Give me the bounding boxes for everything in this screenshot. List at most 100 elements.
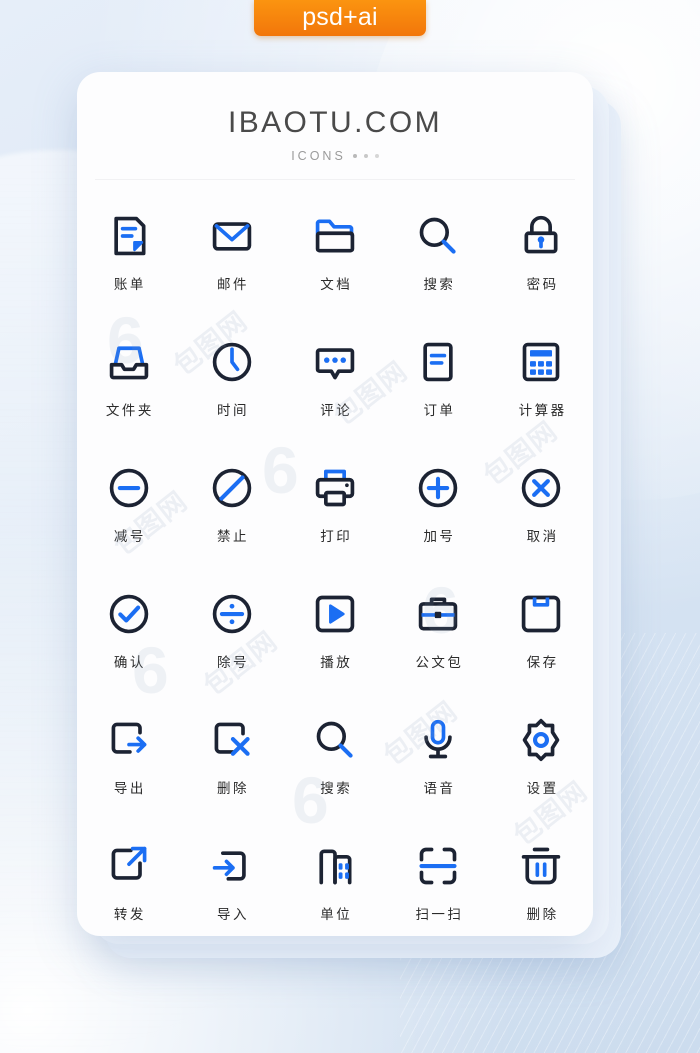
subtitle-row: ICONS	[77, 149, 593, 163]
forbidden-icon	[206, 462, 258, 514]
icon-label: 评论	[320, 403, 353, 419]
briefcase-icon	[412, 588, 464, 640]
icon-label: 语音	[423, 781, 456, 797]
icon-cell-comment[interactable]: 评论	[283, 328, 386, 454]
icon-cell-briefcase[interactable]: 公文包	[387, 580, 490, 706]
format-tag-label: psd+ai	[302, 2, 378, 31]
icon-cell-voice[interactable]: 语音	[387, 706, 490, 832]
icon-label: 订单	[423, 403, 456, 419]
icon-label: 计算器	[518, 403, 567, 419]
icon-label: 打印	[320, 529, 353, 545]
scan-icon	[412, 840, 464, 892]
subtitle-dot-3-icon	[374, 154, 379, 158]
icon-label: 删除	[217, 781, 250, 797]
calculator-icon	[515, 336, 567, 388]
icon-label: 公文包	[415, 655, 464, 671]
icon-grid: 账单 邮件 文档 搜索 密码 文件夹 时间 评论 订单 计算器 减号 禁止 打印…	[77, 202, 593, 936]
icon-label: 邮件	[217, 277, 250, 293]
icon-cell-divide[interactable]: 除号	[180, 580, 283, 706]
icon-cell-file-tray[interactable]: 文件夹	[77, 328, 180, 454]
icon-cell-time[interactable]: 时间	[180, 328, 283, 454]
minus-circle-icon	[103, 462, 155, 514]
icon-label: 密码	[526, 277, 559, 293]
icon-cell-delete-x[interactable]: 删除	[180, 706, 283, 832]
icon-label: 除号	[217, 655, 250, 671]
bill-icon	[103, 210, 155, 262]
icon-label: 文件夹	[105, 403, 154, 419]
icon-cell-save[interactable]: 保存	[490, 580, 593, 706]
icon-cell-scan[interactable]: 扫一扫	[387, 832, 490, 936]
company-building-icon	[309, 840, 361, 892]
plus-circle-icon	[412, 462, 464, 514]
trash-icon	[515, 840, 567, 892]
icon-cell-trash[interactable]: 删除	[490, 832, 593, 936]
lock-icon	[515, 210, 567, 262]
icon-label: 扫一扫	[415, 907, 464, 923]
settings-gear-icon	[515, 714, 567, 766]
icon-cell-settings[interactable]: 设置	[490, 706, 593, 832]
icon-cell-play[interactable]: 播放	[283, 580, 386, 706]
order-icon	[412, 336, 464, 388]
icon-cell-import[interactable]: 导入	[180, 832, 283, 936]
icon-label: 搜索	[423, 277, 456, 293]
icon-label: 删除	[526, 907, 559, 923]
icon-label: 导出	[113, 781, 146, 797]
icon-cell-order[interactable]: 订单	[387, 328, 490, 454]
icon-cell-calculator[interactable]: 计算器	[490, 328, 593, 454]
icon-cell-plus[interactable]: 加号	[387, 454, 490, 580]
icon-cell-cancel[interactable]: 取消	[490, 454, 593, 580]
icon-label: 搜索	[320, 781, 353, 797]
icon-label: 单位	[320, 907, 353, 923]
mail-icon	[206, 210, 258, 262]
search-icon	[412, 210, 464, 262]
check-circle-icon	[103, 588, 155, 640]
icon-label: 加号	[423, 529, 456, 545]
icon-set-card: IBAOTU.COM ICONS 账单 邮件 文档 搜索 密码 文件夹 时间 评…	[77, 72, 593, 936]
icon-label: 导入	[217, 907, 250, 923]
icon-label: 设置	[526, 781, 559, 797]
forward-share-icon	[103, 840, 155, 892]
icon-cell-search[interactable]: 搜索	[387, 202, 490, 328]
icon-label: 减号	[113, 529, 146, 545]
delete-x-icon	[206, 714, 258, 766]
icon-cell-forbidden[interactable]: 禁止	[180, 454, 283, 580]
icon-cell-minus[interactable]: 减号	[77, 454, 180, 580]
icon-cell-bill[interactable]: 账单	[77, 202, 180, 328]
subtitle-dot-1-icon	[352, 154, 357, 158]
printer-icon	[309, 462, 361, 514]
icon-cell-search2[interactable]: 搜索	[283, 706, 386, 832]
format-tag: psd+ai	[254, 0, 426, 36]
icon-label: 播放	[320, 655, 353, 671]
header-divider	[95, 179, 575, 180]
subtitle-label: ICONS	[291, 149, 346, 163]
file-tray-icon	[103, 336, 155, 388]
export-icon	[103, 714, 155, 766]
search-magnifier-icon	[309, 714, 361, 766]
subtitle-dot-2-icon	[363, 154, 368, 158]
microphone-icon	[412, 714, 464, 766]
icon-cell-mail[interactable]: 邮件	[180, 202, 283, 328]
icon-cell-confirm[interactable]: 确认	[77, 580, 180, 706]
comment-icon	[309, 336, 361, 388]
icon-cell-forward[interactable]: 转发	[77, 832, 180, 936]
divide-circle-icon	[206, 588, 258, 640]
icon-label: 账单	[113, 277, 146, 293]
icon-label: 确认	[113, 655, 146, 671]
icon-cell-document[interactable]: 文档	[283, 202, 386, 328]
icon-cell-print[interactable]: 打印	[283, 454, 386, 580]
document-folder-icon	[309, 210, 361, 262]
icon-cell-export[interactable]: 导出	[77, 706, 180, 832]
icon-label: 时间	[217, 403, 250, 419]
play-icon	[309, 588, 361, 640]
icon-label: 取消	[526, 529, 559, 545]
import-icon	[206, 840, 258, 892]
icon-label: 保存	[526, 655, 559, 671]
cancel-circle-icon	[515, 462, 567, 514]
icon-label: 文档	[320, 277, 353, 293]
card-header: IBAOTU.COM ICONS	[77, 72, 593, 180]
brand-title: IBAOTU.COM	[227, 106, 442, 139]
icon-cell-unit[interactable]: 单位	[283, 832, 386, 936]
save-box-icon	[515, 588, 567, 640]
icon-label: 转发	[113, 907, 146, 923]
icon-cell-password[interactable]: 密码	[490, 202, 593, 328]
